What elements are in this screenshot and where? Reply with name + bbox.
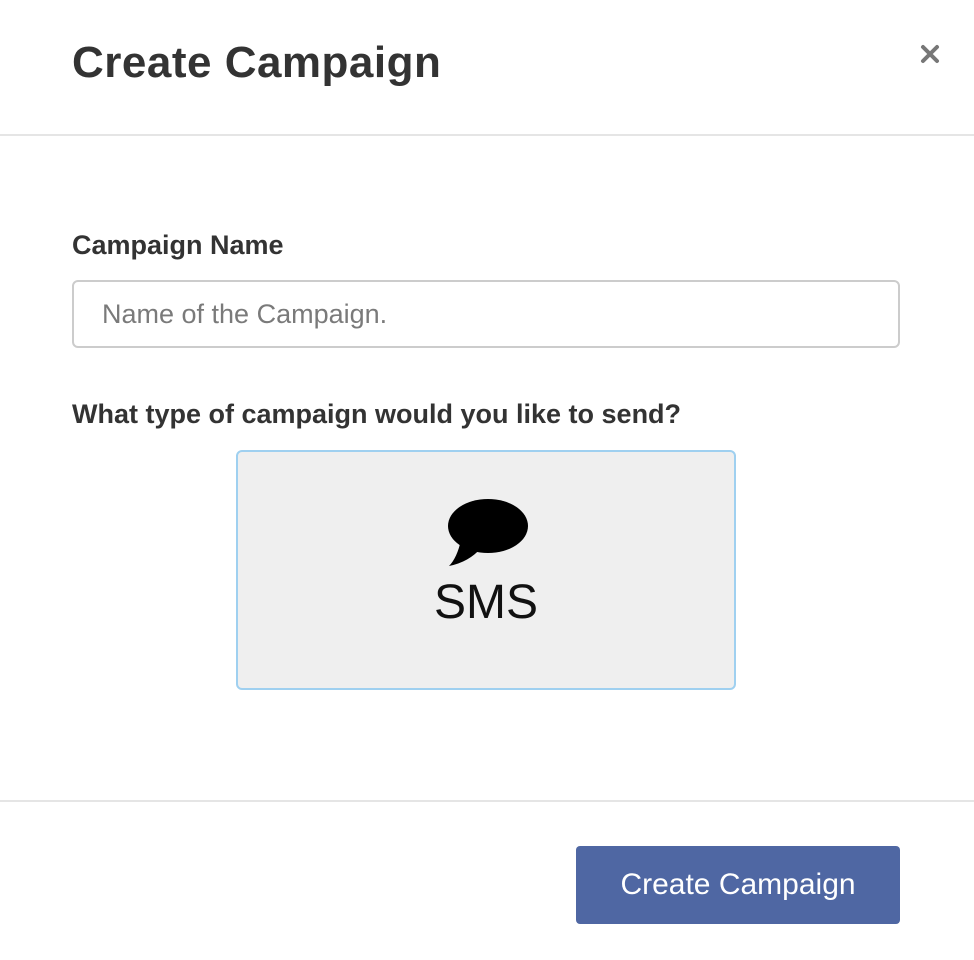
dialog-title: Create Campaign — [72, 38, 442, 87]
campaign-type-option-sms[interactable]: SMS — [236, 450, 736, 690]
chat-bubble-icon — [448, 499, 528, 566]
campaign-name-input[interactable] — [72, 280, 900, 348]
close-button[interactable] — [912, 36, 948, 72]
campaign-name-label: Campaign Name — [72, 230, 284, 260]
dialog-body: Campaign Name What type of campaign woul… — [0, 136, 974, 802]
campaign-type-question: What type of campaign would you like to … — [72, 399, 682, 429]
campaign-type-label: SMS — [433, 576, 538, 629]
close-icon — [921, 45, 939, 63]
dialog-footer: Create Campaign — [0, 802, 974, 960]
create-campaign-button[interactable]: Create Campaign — [576, 846, 900, 924]
dialog-header: Create Campaign — [0, 0, 974, 136]
create-campaign-dialog: Create Campaign Campaign Name What type … — [0, 0, 974, 960]
